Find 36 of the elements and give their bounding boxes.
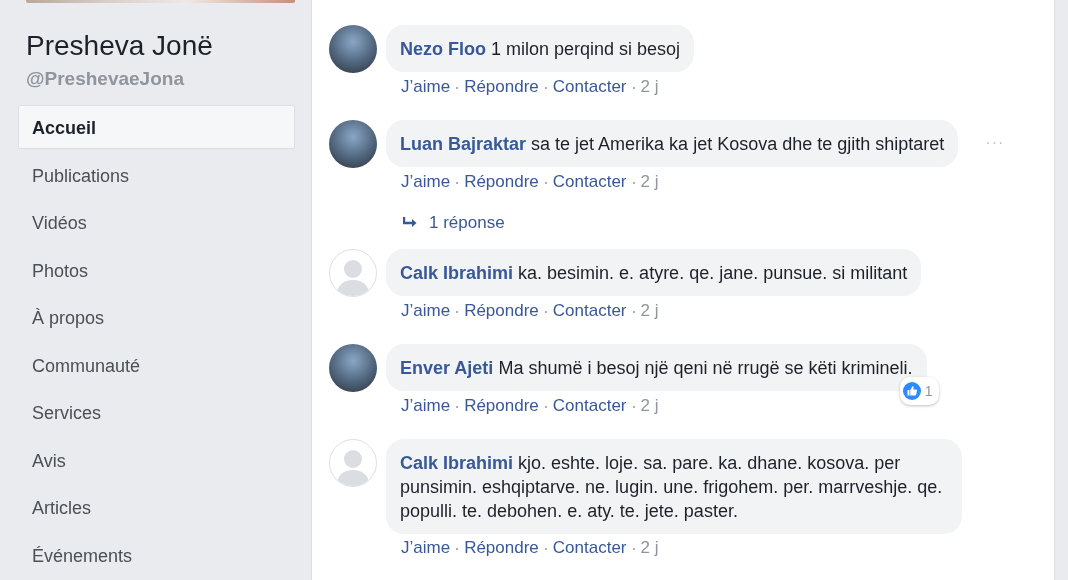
comment-action-link[interactable]: Répondre: [464, 76, 539, 98]
comment-action-link[interactable]: J’aime: [401, 395, 451, 417]
comment-action-link[interactable]: Contacter: [552, 395, 627, 417]
comment-action-link[interactable]: Répondre: [464, 395, 539, 417]
sidebar-item[interactable]: Articles: [18, 485, 295, 529]
avatar-photo-placeholder[interactable]: [329, 25, 377, 73]
comment-action-link[interactable]: J’aime: [401, 171, 451, 193]
sidebar-item[interactable]: Vidéos: [18, 200, 295, 244]
comment-action-link[interactable]: Contacter: [552, 171, 627, 193]
comment-action-link[interactable]: J’aime: [401, 300, 451, 322]
sidebar-item[interactable]: Événements: [18, 532, 295, 577]
sidebar-item[interactable]: Photos: [18, 247, 295, 292]
sidebar-item[interactable]: Communauté: [18, 342, 295, 387]
comment-bubble: Calk Ibrahimi ka. besimin. e. atyre. qe. jane. punsue. si militant: [386, 249, 922, 296]
comment-action-link[interactable]: Contacter: [552, 76, 627, 98]
comment-bubble: Calk Ibrahimi kjo. eshte. loje. sa. pare. ka. dhane. kosova. per punsimin. eshqiptarve. ne. lugin. une. frigohem. per. marrveshje. qe. populli. te. debohen. e. aty. te. jete. paster.: [386, 439, 962, 534]
sidebar-item[interactable]: Publications: [18, 152, 295, 197]
reply-arrow-icon: [403, 217, 417, 229]
comment-action-link[interactable]: Répondre: [464, 300, 539, 322]
comment-bubble: Luan Bajraktar sa te jet Amerika ka jet Kosova dhe te gjith shiptaret: [386, 120, 959, 167]
comment-action-link[interactable]: Contacter: [552, 300, 627, 322]
comment-action-link[interactable]: J’aime: [401, 76, 451, 98]
page-handle: @PreshevaeJona: [26, 67, 185, 91]
sidebar-item[interactable]: Accueil: [18, 105, 295, 149]
comment-bubble: Nezo Floo 1 milon perqind si besoj: [386, 25, 695, 72]
comment-action-link[interactable]: Contacter: [552, 537, 627, 559]
comment-action-link[interactable]: Répondre: [464, 171, 539, 193]
avatar-photo-placeholder[interactable]: [329, 344, 377, 392]
comment-action-link[interactable]: Répondre: [464, 537, 539, 559]
page-name: Presheva Jonë: [26, 29, 214, 63]
avatar-photo-placeholder[interactable]: [329, 120, 377, 168]
replies-link[interactable]: 1 réponse: [429, 213, 505, 233]
sidebar-item[interactable]: Avis: [18, 437, 295, 482]
sidebar-item[interactable]: À propos: [18, 295, 295, 339]
sidebar-item[interactable]: Services: [18, 390, 295, 434]
comment-action-link[interactable]: J’aime: [401, 537, 451, 559]
